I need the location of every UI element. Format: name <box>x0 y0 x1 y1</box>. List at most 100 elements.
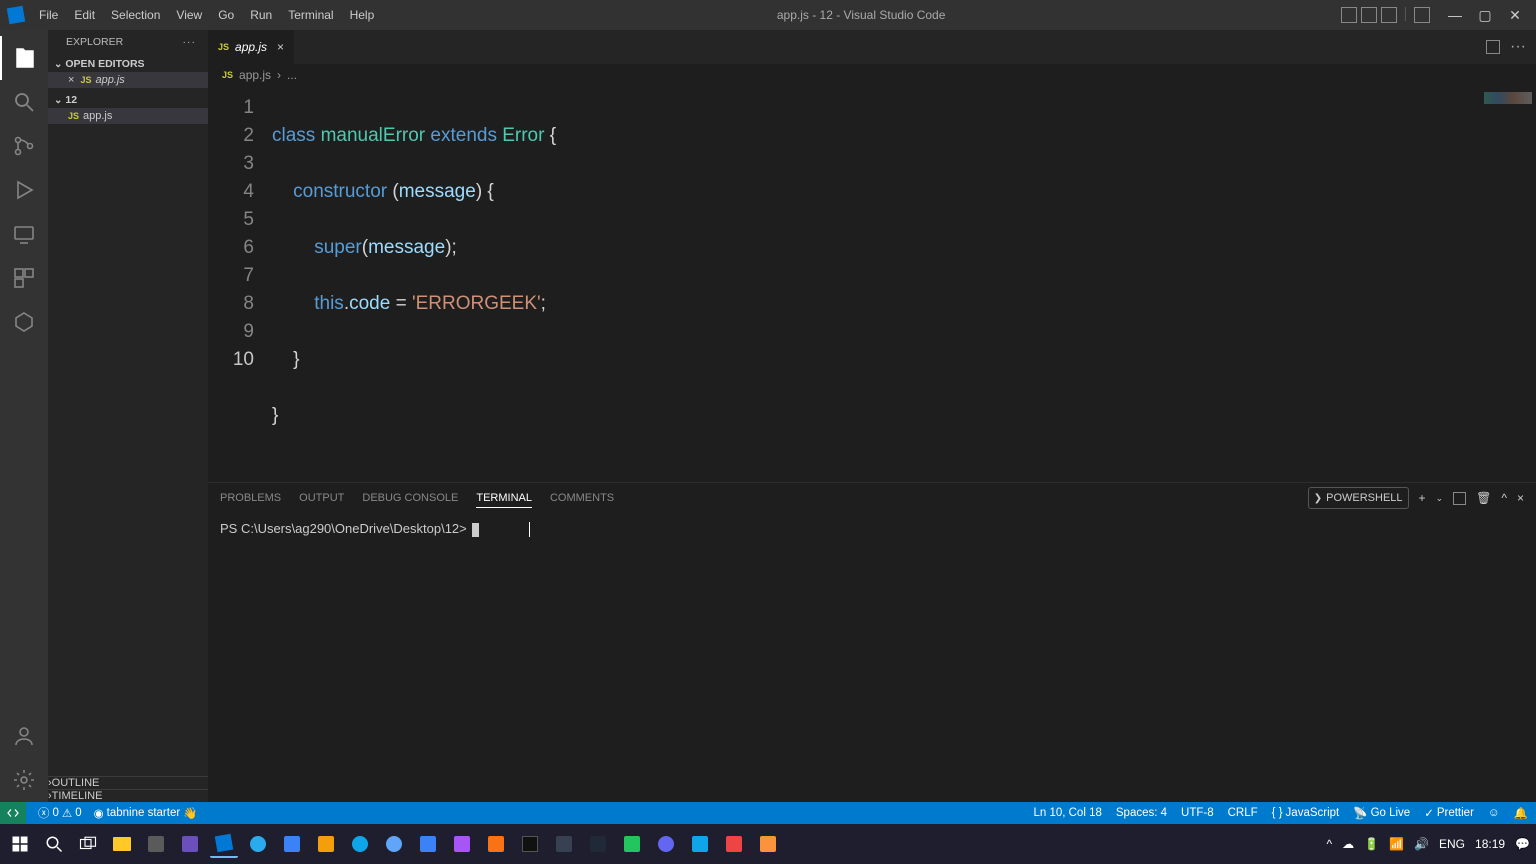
bottom-panel: PROBLEMS OUTPUT DEBUG CONSOLE TERMINAL C… <box>208 482 1536 802</box>
timeline-section[interactable]: ›TIMELINE <box>48 789 208 802</box>
status-eol[interactable]: CRLF <box>1228 807 1258 819</box>
folder-section[interactable]: ⌄12 <box>48 92 208 108</box>
run-debug-icon[interactable] <box>0 168 48 212</box>
maximize-button[interactable]: ▢ <box>1472 5 1498 25</box>
menu-edit[interactable]: Edit <box>67 4 102 26</box>
explorer-sidebar: EXPLORER ··· ⌄OPEN EDITORS × JS app.js ⌄… <box>48 30 208 802</box>
status-problems[interactable]: ⓧ 0 ⚠ 0 <box>38 805 82 821</box>
taskbar-app-icon[interactable] <box>414 830 442 858</box>
menu-view[interactable]: View <box>169 4 209 26</box>
tray-overflow-icon[interactable]: ^ <box>1327 837 1333 851</box>
terminal-shell-label[interactable]: ❯powershell <box>1308 487 1409 509</box>
source-control-icon[interactable] <box>0 124 48 168</box>
terminal-dropdown-icon[interactable]: ⌄ <box>1436 490 1444 507</box>
open-editors-section[interactable]: ⌄OPEN EDITORS <box>48 56 208 72</box>
taskbar-edge-icon[interactable] <box>346 830 374 858</box>
taskbar-search-icon[interactable] <box>40 830 68 858</box>
menu-go[interactable]: Go <box>211 4 241 26</box>
close-button[interactable]: ✕ <box>1502 5 1528 25</box>
menu-help[interactable]: Help <box>343 4 382 26</box>
editor-tabs: JS app.js × ··· <box>208 30 1536 64</box>
taskbar-cmd-icon[interactable] <box>516 830 544 858</box>
minimap[interactable] <box>1456 86 1536 482</box>
accounts-icon[interactable] <box>0 714 48 758</box>
tray-notifications-icon[interactable]: 💬 <box>1515 837 1530 851</box>
remote-explorer-icon[interactable] <box>0 212 48 256</box>
toggle-panel-icon[interactable] <box>1361 7 1377 23</box>
tray-wifi-icon[interactable]: 📶 <box>1389 837 1404 851</box>
tray-battery-icon[interactable]: 🔋 <box>1364 837 1379 851</box>
minimize-button[interactable]: — <box>1442 5 1468 25</box>
explorer-more-icon[interactable]: ··· <box>183 36 197 48</box>
toggle-primary-sidebar-icon[interactable] <box>1341 7 1357 23</box>
taskbar-app-icon[interactable] <box>380 830 408 858</box>
status-prettier[interactable]: ✓ Prettier <box>1424 806 1474 820</box>
status-encoding[interactable]: UTF-8 <box>1181 807 1214 819</box>
split-editor-icon[interactable] <box>1486 40 1500 54</box>
taskbar-app-icon[interactable] <box>754 830 782 858</box>
panel-tab-comments[interactable]: COMMENTS <box>550 489 614 507</box>
breadcrumb-file: app.js <box>239 68 271 82</box>
toggle-secondary-sidebar-icon[interactable] <box>1381 7 1397 23</box>
customize-layout-icon[interactable] <box>1414 7 1430 23</box>
breadcrumb[interactable]: JS app.js › ... <box>208 64 1536 86</box>
taskbar-brave-icon[interactable] <box>482 830 510 858</box>
start-button[interactable] <box>6 830 34 858</box>
taskbar-store-icon[interactable] <box>142 830 170 858</box>
taskbar-app-icon[interactable] <box>312 830 340 858</box>
taskbar-discord-icon[interactable] <box>652 830 680 858</box>
taskbar-app-icon[interactable] <box>550 830 578 858</box>
taskbar-app-icon[interactable] <box>686 830 714 858</box>
status-tabnine[interactable]: ◉ tabnine starter 👋 <box>94 806 198 820</box>
menu-file[interactable]: File <box>32 4 65 26</box>
tray-volume-icon[interactable]: 🔊 <box>1414 837 1429 851</box>
status-go-live[interactable]: 📡 Go Live <box>1353 806 1410 820</box>
close-tab-icon[interactable]: × <box>277 40 284 54</box>
taskbar-file-explorer-icon[interactable] <box>108 830 136 858</box>
panel-tab-terminal[interactable]: TERMINAL <box>476 489 532 508</box>
code-editor[interactable]: class manualError extends Error { constr… <box>272 86 1456 482</box>
status-indentation[interactable]: Spaces: 4 <box>1116 807 1167 819</box>
taskbar-app-icon[interactable] <box>584 830 612 858</box>
menu-terminal[interactable]: Terminal <box>281 4 340 26</box>
more-actions-icon[interactable]: ··· <box>1510 38 1526 56</box>
search-icon[interactable] <box>0 80 48 124</box>
taskbar-vscode-icon[interactable] <box>210 830 238 858</box>
settings-gear-icon[interactable] <box>0 758 48 802</box>
panel-tab-debug-console[interactable]: DEBUG CONSOLE <box>362 489 458 507</box>
remote-indicator[interactable] <box>0 802 26 824</box>
split-terminal-icon[interactable] <box>1453 492 1466 505</box>
open-editor-item[interactable]: × JS app.js <box>48 72 208 88</box>
tray-clock[interactable]: 18:19 <box>1475 837 1505 851</box>
status-feedback-icon[interactable]: ☺ <box>1488 807 1500 819</box>
menu-run[interactable]: Run <box>243 4 279 26</box>
menu-selection[interactable]: Selection <box>104 4 167 26</box>
task-view-icon[interactable] <box>74 830 102 858</box>
status-language-mode[interactable]: { } JavaScript <box>1272 807 1340 819</box>
close-icon[interactable]: × <box>68 74 74 86</box>
taskbar-app-icon[interactable] <box>720 830 748 858</box>
terminal-body[interactable]: PS C:\Users\ag290\OneDrive\Desktop\12> <box>208 513 1536 802</box>
taskbar-app-icon[interactable] <box>176 830 204 858</box>
extensions-icon[interactable] <box>0 256 48 300</box>
close-panel-icon[interactable]: × <box>1517 488 1524 508</box>
explorer-icon[interactable] <box>0 36 48 80</box>
taskbar-visualstudio-icon[interactable] <box>448 830 476 858</box>
maximize-panel-icon[interactable]: ^ <box>1501 488 1507 508</box>
taskbar-todo-icon[interactable] <box>278 830 306 858</box>
outline-section[interactable]: ›OUTLINE <box>48 776 208 789</box>
tray-onedrive-icon[interactable]: ☁ <box>1342 837 1354 851</box>
activity-bar <box>0 30 48 802</box>
file-tree-item[interactable]: JS app.js <box>48 108 208 124</box>
editor-tab[interactable]: JS app.js × <box>208 30 295 64</box>
status-bell-icon[interactable]: 🔔 <box>1514 806 1528 820</box>
new-terminal-icon[interactable]: + <box>1419 488 1426 508</box>
docker-icon[interactable] <box>0 300 48 344</box>
taskbar-app-icon[interactable] <box>618 830 646 858</box>
kill-terminal-icon[interactable]: 🗑 <box>1476 488 1491 508</box>
status-cursor-position[interactable]: Ln 10, Col 18 <box>1033 807 1101 819</box>
panel-tab-output[interactable]: OUTPUT <box>299 489 344 507</box>
panel-tab-problems[interactable]: PROBLEMS <box>220 489 281 507</box>
tray-language[interactable]: ENG <box>1439 837 1465 851</box>
taskbar-telegram-icon[interactable] <box>244 830 272 858</box>
